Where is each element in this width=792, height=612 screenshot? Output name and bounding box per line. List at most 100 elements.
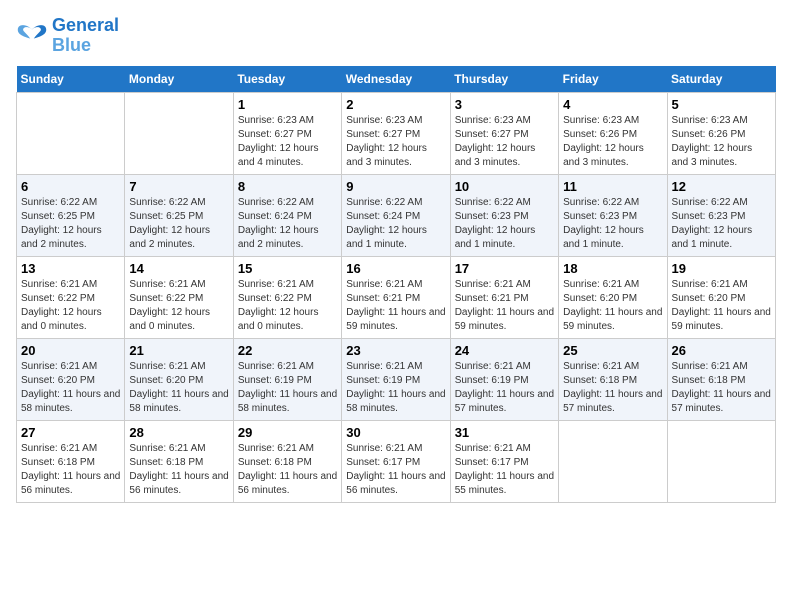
calendar-cell: 27 Sunrise: 6:21 AM Sunset: 6:18 PM Dayli… [17, 420, 125, 502]
day-number: 27 [21, 425, 120, 440]
calendar-week-5: 27 Sunrise: 6:21 AM Sunset: 6:18 PM Dayli… [17, 420, 776, 502]
calendar-cell: 21 Sunrise: 6:21 AM Sunset: 6:20 PM Dayli… [125, 338, 233, 420]
column-header-wednesday: Wednesday [342, 66, 450, 93]
day-info: Sunrise: 6:21 AM Sunset: 6:20 PM Dayligh… [672, 278, 771, 334]
calendar-cell: 5 Sunrise: 6:23 AM Sunset: 6:26 PM Daylig… [667, 92, 775, 174]
column-header-thursday: Thursday [450, 66, 558, 93]
day-info: Sunrise: 6:21 AM Sunset: 6:22 PM Dayligh… [129, 278, 228, 334]
day-info: Sunrise: 6:21 AM Sunset: 6:18 PM Dayligh… [672, 360, 771, 416]
column-header-friday: Friday [559, 66, 667, 93]
calendar-cell: 14Sunrise: 6:21 AM Sunset: 6:22 PM Dayli… [125, 256, 233, 338]
day-number: 15 [238, 261, 337, 276]
day-info: Sunrise: 6:23 AM Sunset: 6:27 PM Dayligh… [455, 114, 554, 170]
day-info: Sunrise: 6:21 AM Sunset: 6:21 PM Dayligh… [346, 278, 445, 334]
day-info: Sunrise: 6:23 AM Sunset: 6:26 PM Dayligh… [563, 114, 662, 170]
column-header-tuesday: Tuesday [233, 66, 341, 93]
column-header-sunday: Sunday [17, 66, 125, 93]
calendar-week-1: 1 Sunrise: 6:23 AM Sunset: 6:27 PM Daylig… [17, 92, 776, 174]
calendar-cell: 4 Sunrise: 6:23 AM Sunset: 6:26 PM Daylig… [559, 92, 667, 174]
calendar-cell: 9 Sunrise: 6:22 AM Sunset: 6:24 PM Daylig… [342, 174, 450, 256]
day-info: Sunrise: 6:21 AM Sunset: 6:18 PM Dayligh… [563, 360, 662, 416]
day-number: 28 [129, 425, 228, 440]
calendar-cell [17, 92, 125, 174]
calendar-cell: 3Sunrise: 6:23 AM Sunset: 6:27 PM Daylig… [450, 92, 558, 174]
day-info: Sunrise: 6:21 AM Sunset: 6:20 PM Dayligh… [21, 360, 120, 416]
day-info: Sunrise: 6:21 AM Sunset: 6:17 PM Dayligh… [346, 442, 445, 498]
day-info: Sunrise: 6:21 AM Sunset: 6:17 PM Dayligh… [455, 442, 554, 498]
day-number: 25 [563, 343, 662, 358]
column-header-monday: Monday [125, 66, 233, 93]
logo-bird-icon [16, 22, 48, 50]
calendar-cell: 19 Sunrise: 6:21 AM Sunset: 6:20 PM Dayli… [667, 256, 775, 338]
day-number: 6 [21, 179, 120, 194]
day-number: 29 [238, 425, 337, 440]
column-header-saturday: Saturday [667, 66, 775, 93]
calendar-cell: 29Sunrise: 6:21 AM Sunset: 6:18 PM Dayli… [233, 420, 341, 502]
day-number: 17 [455, 261, 554, 276]
day-info: Sunrise: 6:23 AM Sunset: 6:27 PM Dayligh… [346, 114, 445, 170]
calendar-cell: 16Sunrise: 6:21 AM Sunset: 6:21 PM Dayli… [342, 256, 450, 338]
day-number: 4 [563, 97, 662, 112]
calendar-cell: 1 Sunrise: 6:23 AM Sunset: 6:27 PM Daylig… [233, 92, 341, 174]
day-number: 24 [455, 343, 554, 358]
day-info: Sunrise: 6:21 AM Sunset: 6:22 PM Dayligh… [238, 278, 337, 334]
calendar-cell: 13Sunrise: 6:21 AM Sunset: 6:22 PM Dayli… [17, 256, 125, 338]
day-info: Sunrise: 6:22 AM Sunset: 6:23 PM Dayligh… [563, 196, 662, 252]
day-number: 21 [129, 343, 228, 358]
day-info: Sunrise: 6:21 AM Sunset: 6:20 PM Dayligh… [129, 360, 228, 416]
day-number: 30 [346, 425, 445, 440]
day-info: Sunrise: 6:23 AM Sunset: 6:26 PM Dayligh… [672, 114, 771, 170]
calendar-cell: 22 Sunrise: 6:21 AM Sunset: 6:19 PM Dayli… [233, 338, 341, 420]
calendar-cell: 15 Sunrise: 6:21 AM Sunset: 6:22 PM Dayli… [233, 256, 341, 338]
calendar-cell: 17 Sunrise: 6:21 AM Sunset: 6:21 PM Dayli… [450, 256, 558, 338]
calendar-week-4: 20 Sunrise: 6:21 AM Sunset: 6:20 PM Dayli… [17, 338, 776, 420]
day-number: 12 [672, 179, 771, 194]
day-number: 1 [238, 97, 337, 112]
day-info: Sunrise: 6:21 AM Sunset: 6:19 PM Dayligh… [346, 360, 445, 416]
day-info: Sunrise: 6:21 AM Sunset: 6:19 PM Dayligh… [238, 360, 337, 416]
calendar-cell: 24 Sunrise: 6:21 AM Sunset: 6:19 PM Dayli… [450, 338, 558, 420]
day-info: Sunrise: 6:22 AM Sunset: 6:24 PM Dayligh… [238, 196, 337, 252]
day-info: Sunrise: 6:21 AM Sunset: 6:20 PM Dayligh… [563, 278, 662, 334]
day-number: 23 [346, 343, 445, 358]
calendar-cell: 26 Sunrise: 6:21 AM Sunset: 6:18 PM Dayli… [667, 338, 775, 420]
day-number: 9 [346, 179, 445, 194]
day-number: 5 [672, 97, 771, 112]
calendar-cell: 12Sunrise: 6:22 AM Sunset: 6:23 PM Dayli… [667, 174, 775, 256]
calendar-cell [667, 420, 775, 502]
calendar-cell: 7 Sunrise: 6:22 AM Sunset: 6:25 PM Daylig… [125, 174, 233, 256]
day-info: Sunrise: 6:21 AM Sunset: 6:18 PM Dayligh… [21, 442, 120, 498]
calendar-header-row: SundayMondayTuesdayWednesdayThursdayFrid… [17, 66, 776, 93]
calendar-cell: 31 Sunrise: 6:21 AM Sunset: 6:17 PM Dayli… [450, 420, 558, 502]
day-info: Sunrise: 6:22 AM Sunset: 6:23 PM Dayligh… [455, 196, 554, 252]
calendar-cell: 23 Sunrise: 6:21 AM Sunset: 6:19 PM Dayli… [342, 338, 450, 420]
calendar-body: 1 Sunrise: 6:23 AM Sunset: 6:27 PM Daylig… [17, 92, 776, 502]
day-number: 8 [238, 179, 337, 194]
calendar-cell [125, 92, 233, 174]
calendar-cell: 8 Sunrise: 6:22 AM Sunset: 6:24 PM Daylig… [233, 174, 341, 256]
day-number: 20 [21, 343, 120, 358]
day-info: Sunrise: 6:23 AM Sunset: 6:27 PM Dayligh… [238, 114, 337, 170]
calendar-cell: 28 Sunrise: 6:21 AM Sunset: 6:18 PM Dayli… [125, 420, 233, 502]
day-number: 22 [238, 343, 337, 358]
day-info: Sunrise: 6:22 AM Sunset: 6:25 PM Dayligh… [21, 196, 120, 252]
calendar-week-2: 6 Sunrise: 6:22 AM Sunset: 6:25 PM Daylig… [17, 174, 776, 256]
day-number: 10 [455, 179, 554, 194]
day-info: Sunrise: 6:22 AM Sunset: 6:25 PM Dayligh… [129, 196, 228, 252]
calendar-cell: 2 Sunrise: 6:23 AM Sunset: 6:27 PM Daylig… [342, 92, 450, 174]
day-number: 18 [563, 261, 662, 276]
day-info: Sunrise: 6:21 AM Sunset: 6:22 PM Dayligh… [21, 278, 120, 334]
day-number: 2 [346, 97, 445, 112]
day-info: Sunrise: 6:21 AM Sunset: 6:19 PM Dayligh… [455, 360, 554, 416]
day-info: Sunrise: 6:22 AM Sunset: 6:24 PM Dayligh… [346, 196, 445, 252]
day-number: 31 [455, 425, 554, 440]
day-number: 26 [672, 343, 771, 358]
logo-text: General Blue [52, 16, 119, 56]
day-number: 7 [129, 179, 228, 194]
day-number: 19 [672, 261, 771, 276]
day-info: Sunrise: 6:21 AM Sunset: 6:21 PM Dayligh… [455, 278, 554, 334]
day-info: Sunrise: 6:21 AM Sunset: 6:18 PM Dayligh… [129, 442, 228, 498]
calendar-cell: 18 Sunrise: 6:21 AM Sunset: 6:20 PM Dayli… [559, 256, 667, 338]
header: General Blue [16, 16, 776, 56]
calendar-table: SundayMondayTuesdayWednesdayThursdayFrid… [16, 66, 776, 503]
